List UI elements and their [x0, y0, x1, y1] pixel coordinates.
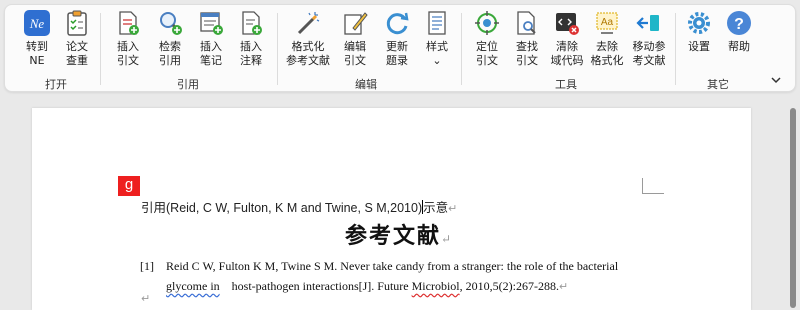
code-clear-icon [556, 13, 579, 35]
reference-text-line1: Reid C W, Fulton K M, Twine S M. Never t… [166, 259, 619, 273]
format-references-button[interactable]: 格式化 参考文献 [283, 9, 333, 68]
svg-text:?: ? [734, 16, 744, 33]
update-topics-button[interactable]: 更新 题录 [375, 9, 419, 68]
remove-format-icon: Aa [596, 12, 618, 34]
group-separator [277, 13, 278, 85]
reference-text-interactions: host-pathogen interactions[J]. Future [231, 279, 412, 293]
clear-field-code-button[interactable]: 清除 域代码 [545, 9, 589, 68]
insert-annotation-label: 插入 注释 [240, 40, 262, 67]
group-label-edit: 编辑 [355, 78, 377, 91]
empty-paragraph-mark: ↵ [141, 292, 151, 305]
clipboard-check-icon [67, 10, 87, 36]
ribbon-toolbar: Ne 转到 NE 论文 查重 打开 插入 引文 检索 引用 插入 笔记 插入 注… [4, 4, 796, 92]
citation-text-suffix: 示意 [423, 201, 449, 215]
vertical-scrollbar[interactable] [790, 108, 796, 310]
insert-cite-label: 插入 引文 [117, 40, 139, 67]
group-label-other: 其它 [707, 78, 729, 91]
find-cite-button[interactable]: 查找 引文 [505, 9, 549, 68]
insert-doc-plus-icon [119, 11, 139, 35]
gear-icon [688, 12, 710, 34]
paragraph-mark: ↵ [441, 232, 454, 246]
check-paper-button[interactable]: 论文 查重 [55, 9, 99, 68]
move-references-button[interactable]: 移动参 考文献 [625, 9, 673, 68]
to-ne-label: 转到 NE [26, 40, 48, 67]
paragraph-mark: ↵ [558, 281, 569, 293]
reference-text-journal: Microbiol [411, 279, 460, 293]
magnifier-plus-icon [160, 12, 182, 35]
field-marker-badge: g [118, 176, 140, 196]
target-icon [475, 11, 499, 35]
refresh-icon [386, 12, 409, 35]
group-separator [100, 13, 101, 85]
insert-note-label: 插入 笔记 [200, 40, 222, 67]
move-arrow-icon [636, 15, 659, 31]
annotation-plus-icon [242, 11, 262, 35]
note-plus-icon [200, 12, 223, 35]
margin-corner-mark [642, 178, 664, 194]
references-heading-text: 参考文献 [345, 223, 442, 249]
to-ne-button[interactable]: Ne 转到 NE [15, 9, 59, 68]
insert-note-button[interactable]: 插入 笔记 [189, 9, 233, 68]
magic-wand-icon [297, 12, 320, 35]
pencil-doc-icon [344, 12, 368, 35]
references-heading[interactable]: 参考文献↵ [345, 218, 453, 250]
svg-text:Aa: Aa [601, 17, 614, 28]
reference-text-glycome: glycome in [166, 279, 220, 293]
insert-cite-button[interactable]: 插入 引文 [106, 9, 150, 68]
citation-paragraph[interactable]: 引用(Reid, C W, Fulton, K M and Twine, S M… [141, 197, 457, 216]
edit-cite-button[interactable]: 编辑 引文 [333, 9, 377, 68]
help-label: 帮助 [728, 40, 750, 53]
paragraph-mark: ↵ [448, 203, 458, 215]
citation-text: 引用(Reid, C W, Fulton, K M and Twine, S M… [141, 201, 423, 215]
format-references-label: 格式化 参考文献 [286, 40, 330, 67]
ne-logo-icon: Ne [24, 10, 50, 36]
reference-text-volume: , 2010,5(2):267-288. [459, 279, 559, 293]
remove-format-label: 去除 格式化 [590, 40, 624, 67]
svg-text:Ne: Ne [29, 16, 45, 31]
settings-label: 设置 [688, 40, 710, 53]
reference-text: Reid C W, Fulton K M, Twine S M. Never t… [166, 256, 646, 297]
find-cite-label: 查找 引文 [516, 40, 538, 67]
edit-cite-label: 编辑 引文 [344, 40, 366, 67]
group-label-tools: 工具 [555, 78, 577, 91]
insert-annotation-button[interactable]: 插入 注释 [229, 9, 273, 68]
doc-search-icon [517, 11, 536, 35]
search-cite-label: 检索 引用 [159, 40, 181, 67]
reference-number: [1] [140, 259, 154, 273]
remove-format-button[interactable]: Aa 去除 格式化 [585, 9, 629, 68]
clear-field-code-label: 清除 域代码 [550, 40, 584, 67]
style-doc-icon [428, 11, 446, 35]
search-cite-button[interactable]: 检索 引用 [148, 9, 192, 68]
help-icon: ? [727, 11, 751, 35]
group-separator [461, 13, 462, 85]
help-button[interactable]: ? 帮助 [717, 9, 761, 54]
locate-cite-label: 定位 引文 [476, 40, 498, 67]
group-label-open: 打开 [45, 78, 67, 91]
style-dropdown-button[interactable]: 样式 ⌄ [415, 9, 459, 68]
group-label-cite: 引用 [177, 78, 199, 91]
locate-cite-button[interactable]: 定位 引文 [465, 9, 509, 68]
chevron-down-icon[interactable] [769, 73, 783, 87]
style-label: 样式 ⌄ [426, 40, 448, 67]
group-separator [675, 13, 676, 85]
move-references-label: 移动参 考文献 [632, 40, 666, 67]
update-topics-label: 更新 题录 [386, 40, 408, 67]
check-paper-label: 论文 查重 [66, 40, 88, 67]
settings-button[interactable]: 设置 [677, 9, 721, 54]
scrollbar-thumb[interactable] [790, 108, 796, 308]
